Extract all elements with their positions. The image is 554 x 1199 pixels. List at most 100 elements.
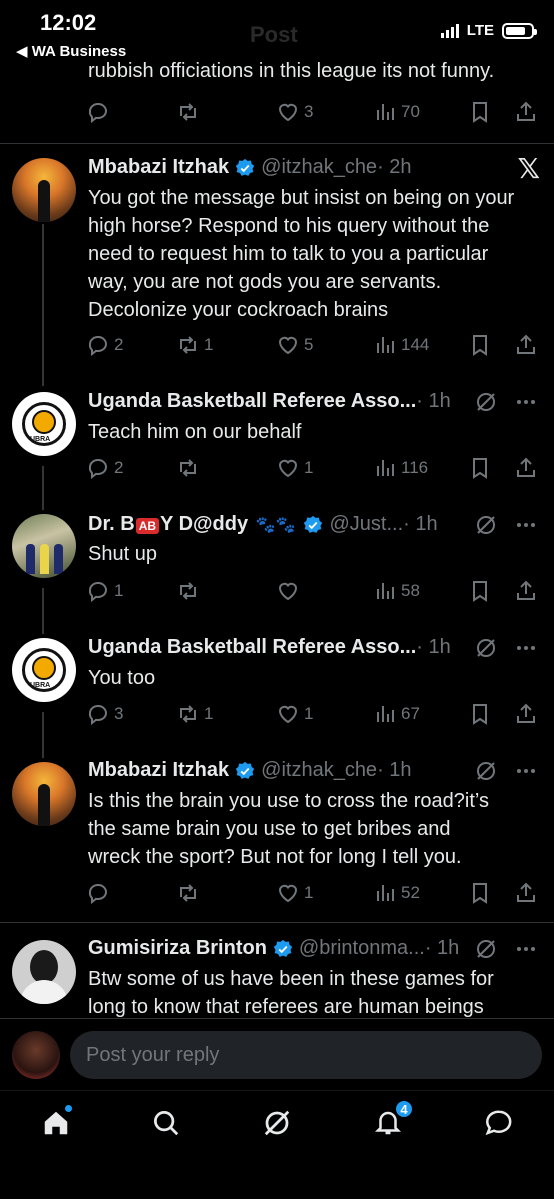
views-button[interactable]: 67 [373,700,420,728]
author-handle[interactable]: @Just... [329,513,403,536]
avatar[interactable] [12,940,76,1004]
retweet-button[interactable] [176,454,204,482]
heart-icon [278,336,298,355]
nav-grok[interactable] [259,1105,295,1141]
avatar[interactable] [12,514,76,578]
divider [0,143,554,144]
reply-button[interactable]: 3 [86,700,123,728]
tweet-time: · 1h [416,636,451,658]
reply-button[interactable] [86,879,114,907]
like-button[interactable] [276,577,304,605]
tweet-header: Mbabazi Itzhak @itzhak_che · 2h [88,156,412,179]
more-options-icon[interactable] [514,636,538,660]
reply-button[interactable]: 2 [86,454,123,482]
tweet-actions: 3 70 [86,98,538,126]
retweet-icon [180,884,196,902]
author-handle[interactable]: @itzhak_che [261,156,377,179]
share-button[interactable] [514,98,538,126]
avatar-logo-text: UBRA [30,436,51,443]
reply-button[interactable]: 1 [86,577,123,605]
grok-icon[interactable] [474,937,498,961]
share-button[interactable] [514,700,538,728]
tweet-time: · 1h [424,937,460,959]
bookmark-button[interactable] [468,879,492,907]
nav-messages[interactable] [481,1105,517,1141]
back-to-app-link[interactable]: ◀ WA Business [16,42,126,60]
author-name[interactable]: Mbabazi Itzhak [88,156,229,179]
share-button[interactable] [514,331,538,359]
grok-icon [264,1110,290,1136]
author-name[interactable]: Mbabazi Itzhak [88,759,229,782]
clock: 12:02 [40,10,97,35]
share-button[interactable] [514,454,538,482]
tweet-text: Shut up [88,543,157,565]
retweet-button[interactable]: 1 [176,331,213,359]
more-options-icon[interactable] [514,759,538,783]
nav-notifications[interactable]: 4 [370,1099,414,1141]
tweet-actions: 1 52 [86,879,538,907]
page-title: Post [250,22,298,47]
bookmark-button[interactable] [468,454,492,482]
author-name[interactable]: Uganda Basketball Referee Asso... [88,390,416,413]
tweet-actions: 3 1 1 67 [86,700,538,728]
share-button[interactable] [514,879,538,907]
author-name[interactable]: Gumisiriza Brinton [88,937,267,960]
share-icon [517,101,535,121]
bookmark-button[interactable] [468,331,492,359]
thread-line [42,588,44,634]
heart-icon [278,103,298,122]
heart-icon [278,705,298,724]
more-options-icon[interactable] [514,390,538,414]
retweet-button[interactable] [176,98,204,126]
grok-icon[interactable] [474,636,498,660]
retweet-icon [180,582,196,600]
more-options-icon[interactable] [514,937,538,961]
retweet-button[interactable] [176,577,204,605]
reply-button[interactable] [86,98,114,126]
views-button[interactable]: 116 [373,454,428,482]
grok-icon[interactable] [474,390,498,414]
author-name[interactable]: Uganda Basketball Referee Asso... [88,636,416,659]
reply-icon [88,459,107,480]
like-button[interactable]: 1 [276,879,313,907]
views-button[interactable]: 58 [373,577,420,605]
nav-search[interactable] [148,1105,184,1141]
tweet-text: Teach him on our behalf [88,421,302,443]
bookmark-icon [473,335,487,356]
bookmark-button[interactable] [468,577,492,605]
reply-icon [88,103,107,124]
share-icon [517,334,535,354]
share-button[interactable] [514,577,538,605]
my-avatar[interactable] [12,1031,60,1079]
like-button[interactable]: 1 [276,454,313,482]
author-handle[interactable]: @brintonma... [299,937,425,960]
like-button[interactable]: 5 [276,331,313,359]
author-handle[interactable]: @itzhak_che [261,759,377,782]
like-button[interactable]: 1 [276,700,313,728]
tweet-header-icons [474,937,538,961]
tweet-header-icons [474,513,538,537]
bookmark-button[interactable] [468,98,492,126]
grok-icon[interactable] [474,759,498,783]
bookmark-button[interactable] [468,700,492,728]
views-button[interactable]: 52 [373,879,420,907]
views-button[interactable]: 144 [373,331,429,359]
author-name[interactable]: Dr. B AB Y D@ddy 🐾🐾 [88,513,297,536]
nav-home[interactable] [38,1105,74,1141]
reply-input[interactable] [70,1031,542,1079]
avatar[interactable]: UBRA [12,638,76,702]
reply-button[interactable]: 2 [86,331,123,359]
retweet-button[interactable]: 1 [176,700,213,728]
tweet-header-icons [474,390,538,414]
avatar[interactable] [12,762,76,826]
bottom-nav: 4 [0,1090,554,1199]
avatar[interactable] [12,158,76,222]
tweet-actions: 1 58 [86,577,538,605]
more-options-icon[interactable] [514,513,538,537]
avatar[interactable]: UBRA [12,392,76,456]
retweet-icon [180,705,196,723]
like-button[interactable]: 3 [276,98,313,126]
views-button[interactable]: 70 [373,98,420,126]
retweet-button[interactable] [176,879,204,907]
grok-icon[interactable] [474,513,498,537]
